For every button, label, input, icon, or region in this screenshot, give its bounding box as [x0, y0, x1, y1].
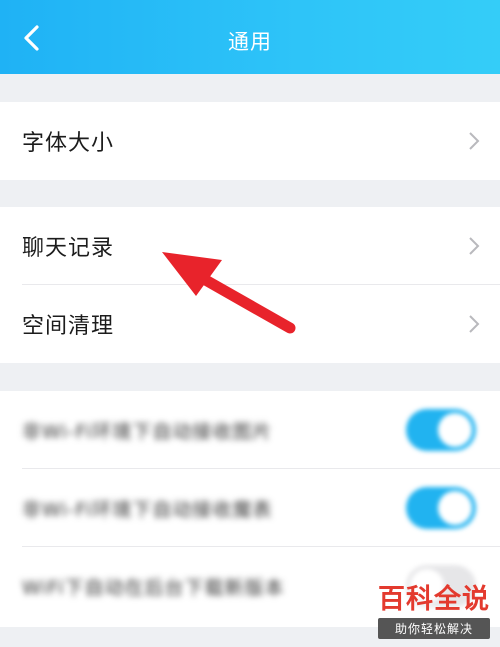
chevron-right-icon [468, 314, 480, 334]
auto-receive-images-toggle[interactable] [406, 409, 476, 451]
font-size-item[interactable]: 字体大小 [0, 102, 500, 180]
red-arrow-annotation [162, 252, 296, 334]
watermark-subtitle: 助你轻松解决 [378, 618, 490, 639]
font-group: 字体大小 [0, 102, 500, 180]
space-cleanup-label: 空间清理 [22, 314, 115, 339]
auto-receive-stickers-toggle[interactable] [406, 487, 476, 529]
page-title: 通用 [228, 30, 272, 54]
chat-history-label: 聊天记录 [22, 236, 115, 261]
watermark-title: 百科全说 [378, 584, 490, 615]
font-size-label: 字体大小 [22, 131, 115, 156]
auto-receive-images-item: 非Wi-Fi环境下自动接收图片 [0, 391, 500, 469]
setting-label: 非Wi-Fi环境下自动接收魔表 [22, 498, 273, 521]
chevron-right-icon [468, 236, 480, 256]
watermark-logo: 百科全说 助你轻松解决 [378, 584, 490, 639]
setting-label: 非Wi-Fi环境下自动接收图片 [22, 420, 273, 443]
chevron-right-icon [468, 131, 480, 151]
top-bar: 通用 [0, 0, 500, 74]
auto-receive-stickers-item: 非Wi-Fi环境下自动接收魔表 [0, 469, 500, 547]
setting-label: WiFi下自动在后台下载新版本 [22, 576, 285, 599]
